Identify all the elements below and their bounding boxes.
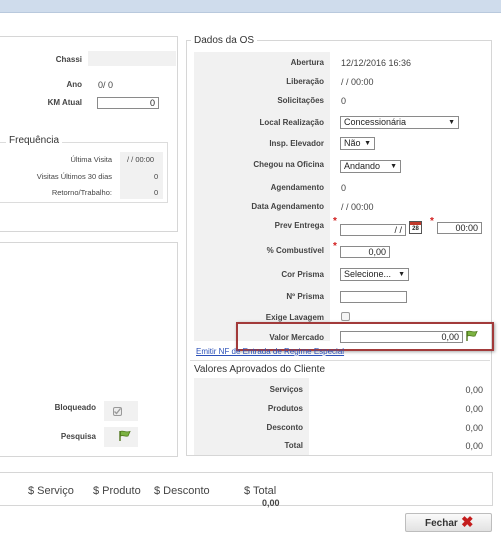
ultima-visita-label: Última Visita — [70, 155, 112, 164]
retorno-value: 0 — [154, 188, 159, 197]
produtos-label: Produtos — [267, 404, 303, 413]
ano-value: 0/ 0 — [98, 80, 114, 90]
calendar-icon[interactable]: 28 — [409, 221, 422, 234]
col-total: $ Total — [244, 485, 277, 497]
chegou-oficina-label: Chegou na Oficina — [253, 160, 324, 169]
bloqueado-label: Bloqueado — [54, 403, 96, 412]
abertura-label: Abertura — [290, 58, 324, 67]
cor-prisma-value: Selecione... — [344, 269, 392, 279]
insp-elevador-value: Não — [344, 138, 361, 148]
km-label: KM Atual — [47, 98, 82, 107]
visitas-30-label: Visitas Últimos 30 dias — [36, 172, 112, 181]
retorno-label: Retorno/Trabalho: — [51, 188, 112, 197]
data-agendamento-label: Data Agendamento — [251, 202, 324, 211]
n-prisma-input[interactable] — [340, 291, 407, 303]
chegou-oficina-value: Andando — [344, 161, 381, 171]
solicitacoes-value: 0 — [341, 96, 347, 106]
local-realizacao-value: Concessionária — [344, 117, 407, 127]
required-asterisk: * — [333, 216, 337, 227]
liberacao-label: Liberação — [286, 77, 324, 86]
col-servico: $ Serviço — [28, 485, 74, 497]
cor-prisma-label: Cor Prisma — [281, 270, 324, 279]
servicos-label: Serviços — [269, 385, 303, 394]
left-lower-panel — [0, 242, 178, 457]
visitas-30-value: 0 — [154, 172, 159, 181]
pesquisa-flag-icon[interactable] — [118, 430, 132, 444]
servicos-value: 0,00 — [465, 385, 483, 395]
desconto-label: Desconto — [266, 423, 303, 432]
produtos-value: 0,00 — [465, 404, 483, 414]
combustivel-input[interactable] — [340, 246, 390, 258]
liberacao-value: / / 00:00 — [341, 77, 374, 87]
insp-elevador-select[interactable]: Não ▼ — [340, 137, 375, 150]
chassi-value-field — [88, 51, 176, 66]
chevron-down-icon: ▼ — [448, 119, 455, 126]
prev-entrega-date-input[interactable] — [340, 224, 406, 236]
agendamento-value: 0 — [341, 183, 347, 193]
ultima-visita-value: / / 00:00 — [127, 155, 155, 164]
chevron-down-icon: ▼ — [364, 140, 371, 147]
prev-entrega-label: Prev Entrega — [274, 221, 324, 230]
col-desconto: $ Desconto — [154, 485, 210, 497]
chegou-oficina-select[interactable]: Andando ▼ — [340, 160, 401, 173]
summary-total-value: 0,00 — [262, 498, 280, 508]
local-realizacao-label: Local Realização — [259, 118, 324, 127]
data-agendamento-value: / / 00:00 — [341, 202, 374, 212]
bloqueado-checkbox[interactable] — [113, 407, 122, 416]
valores-title: Valores Aprovados do Cliente — [191, 364, 329, 375]
top-bar — [0, 0, 501, 13]
pesquisa-label: Pesquisa — [60, 432, 96, 441]
chevron-down-icon: ▼ — [390, 163, 397, 170]
ano-label: Ano — [66, 80, 82, 89]
exige-lavagem-label: Exige Lavagem — [265, 313, 324, 322]
cor-prisma-select[interactable]: Selecione... ▼ — [340, 268, 409, 281]
emitir-nf-link[interactable]: Emitir NF de Entrada de Regime Especial — [196, 347, 344, 356]
prev-entrega-time-input[interactable] — [437, 222, 482, 234]
insp-elevador-label: Insp. Elevador — [269, 139, 324, 148]
abertura-value: 12/12/2016 16:36 — [341, 58, 412, 68]
calendar-day: 28 — [412, 226, 419, 232]
chevron-down-icon: ▼ — [398, 271, 405, 278]
col-produto: $ Produto — [93, 485, 141, 497]
combustivel-label: % Combustível — [266, 246, 324, 255]
total-value: 0,00 — [465, 441, 483, 451]
required-asterisk: * — [430, 216, 434, 227]
required-asterisk: * — [333, 241, 337, 252]
km-input[interactable] — [97, 97, 159, 109]
chassi-label: Chassi — [55, 55, 82, 64]
fechar-label: Fechar — [425, 518, 458, 529]
total-label: Total — [284, 441, 303, 450]
valores-separator — [190, 360, 490, 361]
close-icon: ✖ — [461, 514, 474, 531]
frequencia-title: Frequência — [6, 135, 63, 146]
desconto-value: 0,00 — [465, 423, 483, 433]
exige-lavagem-checkbox[interactable] — [341, 312, 350, 321]
fechar-button[interactable]: Fechar ✖ — [405, 513, 492, 532]
agendamento-label: Agendamento — [270, 183, 324, 192]
solicitacoes-label: Solicitações — [277, 96, 324, 105]
local-realizacao-select[interactable]: Concessionária ▼ — [340, 116, 459, 129]
n-prisma-label: Nº Prisma — [286, 292, 324, 301]
dados-os-title: Dados da OS — [191, 35, 258, 46]
